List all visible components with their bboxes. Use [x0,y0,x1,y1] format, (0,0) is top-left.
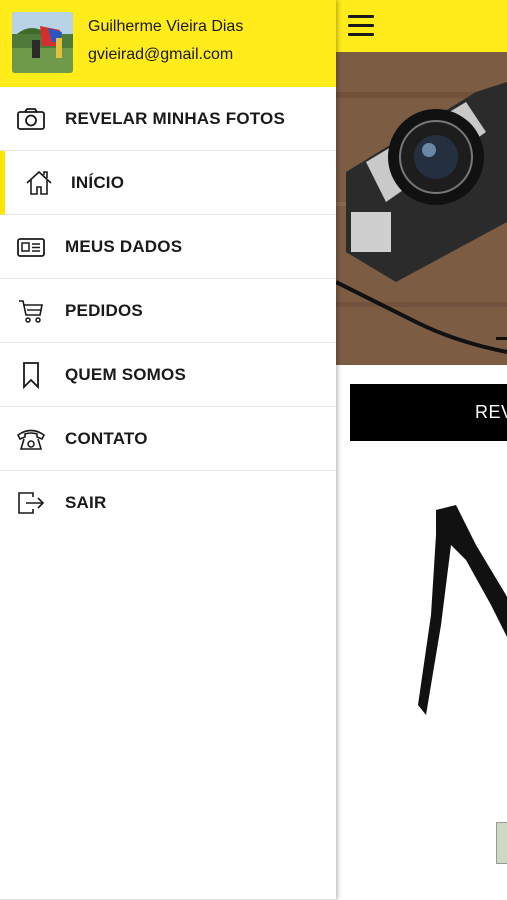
menu-item-label: INÍCIO [71,172,125,192]
menu-item-sair[interactable]: SAIR [0,471,336,534]
photo-thumbnail [496,822,507,864]
menu-item-quem-somos[interactable]: QUEM SOMOS [0,343,336,407]
menu-item-label: CONTATO [65,428,148,448]
bookmark-icon [23,362,39,389]
menu-item-inicio[interactable]: INÍCIO [0,151,336,215]
menu-item-revelar-minhas-fotos[interactable]: REVELAR MINHAS FOTOS [0,87,336,151]
id-card-icon [17,238,45,257]
main-content: REV [336,0,507,900]
menu-item-label: PEDIDOS [65,300,143,320]
reveal-button[interactable]: REV [350,384,507,441]
menu-item-label: REVELAR MINHAS FOTOS [65,108,285,128]
menu-item-label: QUEM SOMOS [65,364,187,384]
menu-item-contato[interactable]: CONTATO [0,407,336,471]
menu-item-label: MEUS DADOS [65,236,183,256]
telephone-icon [16,429,46,450]
cart-icon [19,300,43,323]
drawer-header: Guilherme Vieira Dias gvieirad@gmail.com [0,0,336,87]
logout-icon [18,492,45,514]
home-icon [26,170,52,195]
camera-icon [17,108,45,130]
menu-item-meus-dados[interactable]: MEUS DADOS [0,215,336,279]
hero-image [336,52,507,365]
navigation-drawer: Guilherme Vieira Dias gvieirad@gmail.com… [0,0,336,900]
user-email: gvieirad@gmail.com [88,46,234,63]
avatar[interactable] [12,12,73,73]
brush-stroke-art [418,505,507,715]
user-name: Guilherme Vieira Dias [88,18,244,35]
hamburger-menu-icon[interactable] [348,15,374,37]
drawer-menu: REVELAR MINHAS FOTOS INÍCIO MEUS DADOS P… [0,87,336,534]
menu-item-pedidos[interactable]: PEDIDOS [0,279,336,343]
app-bar [336,0,507,52]
camera-photo [336,52,507,365]
menu-item-label: SAIR [65,492,107,512]
